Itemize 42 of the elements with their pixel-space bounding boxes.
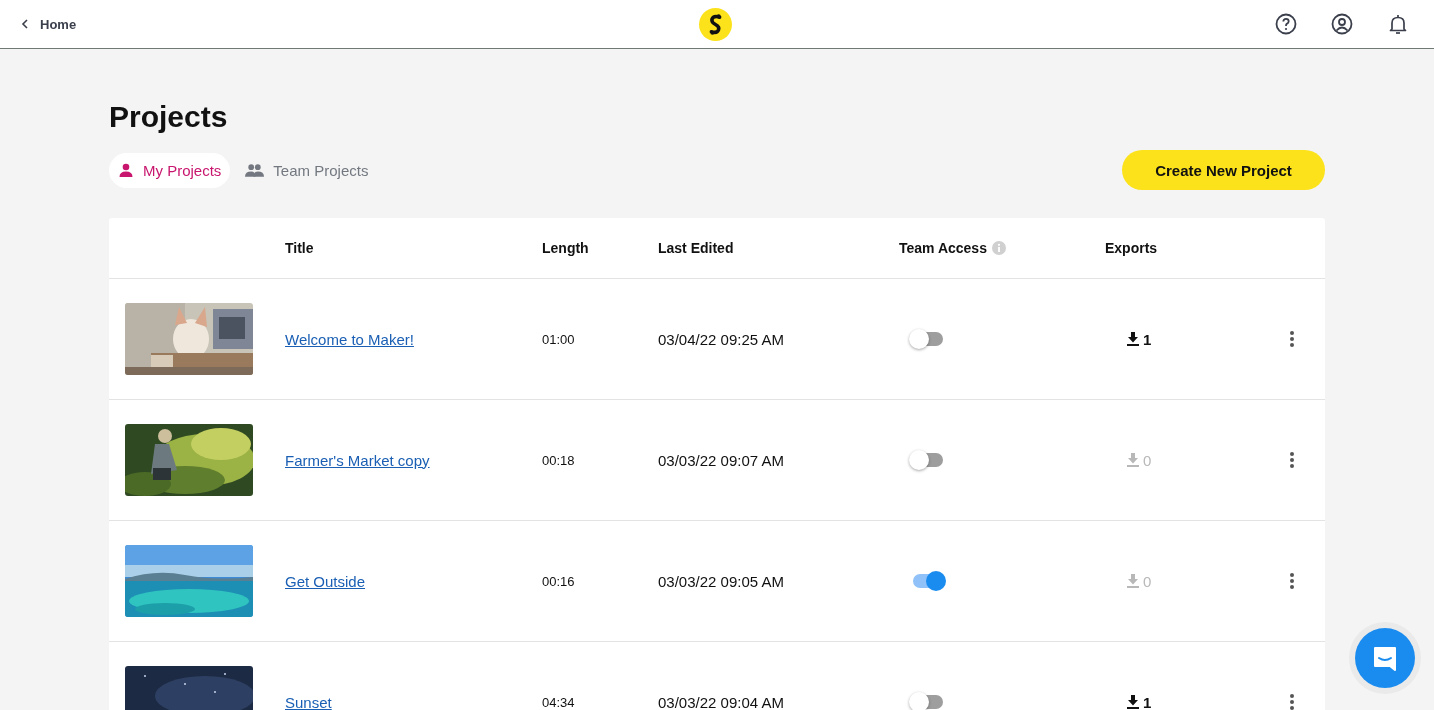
more-options-icon[interactable] [1289, 451, 1295, 469]
project-title-link[interactable]: Farmer's Market copy [285, 451, 430, 469]
download-icon[interactable] [1127, 332, 1139, 346]
export-count: 0 [1143, 451, 1152, 469]
length-cell-text: 01:00 [542, 331, 576, 347]
column-header: Title [285, 240, 314, 256]
column-header: Last Edited [658, 240, 734, 256]
download-icon[interactable] [1127, 695, 1139, 709]
team-access-toggle[interactable] [909, 449, 945, 471]
column-header: Exports [1105, 240, 1158, 256]
length-cell-text: 00:16 [542, 573, 576, 589]
length-cell-text: 04:34 [542, 694, 576, 710]
last-edited-cell-text: 03/03/22 09:04 AM [658, 693, 785, 710]
project-title-link[interactable]: Sunset [285, 693, 332, 710]
chat-icon [1371, 644, 1399, 672]
person-icon [118, 162, 134, 178]
more-options-icon[interactable] [1289, 330, 1295, 348]
tab[interactable]: My Projects [109, 152, 231, 188]
last-edited-cell-text: 03/04/22 09:25 AM [658, 330, 785, 348]
export-count: 0 [1143, 572, 1152, 590]
account-icon[interactable] [1330, 12, 1354, 36]
more-options-icon[interactable] [1289, 572, 1295, 590]
team-access-toggle[interactable] [909, 328, 945, 350]
chevron-left-icon [20, 19, 30, 29]
project-title-link[interactable]: Welcome to Maker! [285, 330, 414, 348]
help-icon[interactable] [1274, 12, 1298, 36]
create-project-button[interactable]: Create New Project [1122, 150, 1325, 190]
export-count: 1 [1143, 693, 1152, 710]
page-title: Projects [109, 99, 229, 135]
tab[interactable]: Team Projects [236, 152, 378, 188]
home-link[interactable]: Home [20, 16, 77, 32]
more-options-icon[interactable] [1289, 693, 1295, 710]
team-access-toggle[interactable] [909, 691, 945, 710]
length-cell-text: 00:18 [542, 452, 576, 468]
logo-icon[interactable] [698, 7, 732, 41]
people-icon [245, 162, 265, 178]
column-header: Length [542, 240, 589, 256]
export-count: 1 [1143, 330, 1152, 348]
last-edited-cell-text: 03/03/22 09:05 AM [658, 572, 785, 590]
column-header: Team Access [899, 240, 987, 256]
project-title-link[interactable]: Get Outside [285, 572, 366, 590]
last-edited-cell-text: 03/03/22 09:07 AM [658, 451, 785, 469]
